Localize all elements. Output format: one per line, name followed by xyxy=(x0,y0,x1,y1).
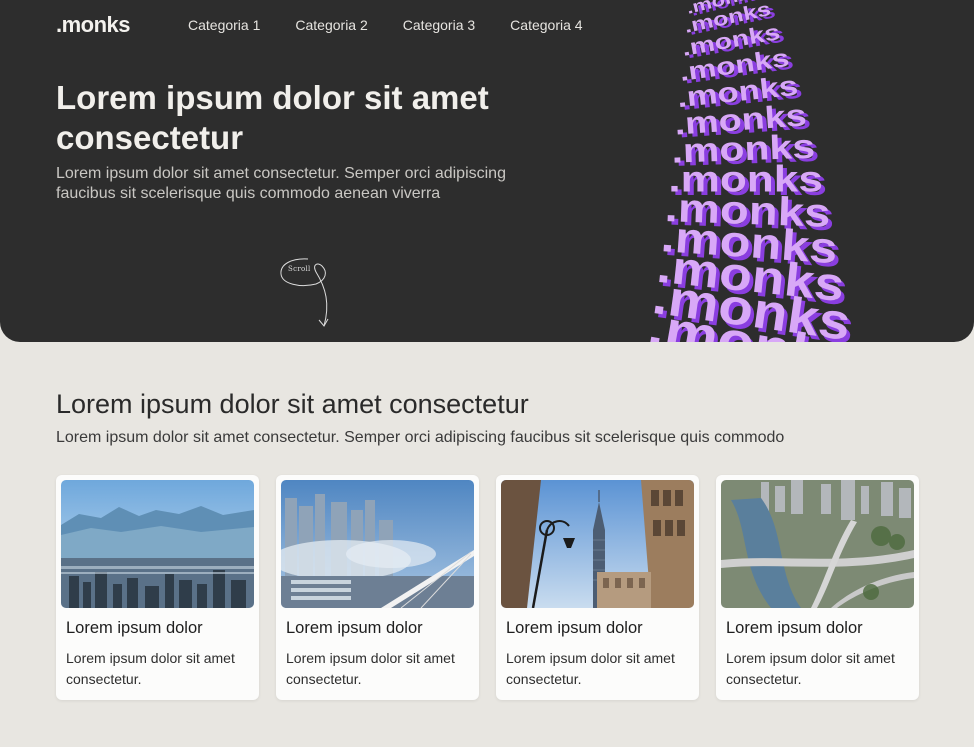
card-text: Lorem ipsum dolor sit amet consectetur. xyxy=(286,650,455,687)
hero-section: .monks Categoria 1 Categoria 2 Categoria… xyxy=(0,0,974,342)
card-text: Lorem ipsum dolor sit amet consectetur. xyxy=(66,650,235,687)
hero-title: Lorem ipsum dolor sit amet consectetur xyxy=(56,79,489,156)
card[interactable]: Lorem ipsum dolor Lorem ipsum dolor sit … xyxy=(276,475,479,700)
skyline-bridge-photo xyxy=(281,480,474,608)
card-text: Lorem ipsum dolor sit amet consectetur. xyxy=(726,650,895,687)
card-title: Lorem ipsum dolor xyxy=(286,619,423,637)
card-list: Lorem ipsum dolor Lorem ipsum dolor sit … xyxy=(56,475,919,700)
card-title: Lorem ipsum dolor xyxy=(726,619,863,637)
nav-item-categoria-3[interactable]: Categoria 3 xyxy=(403,17,475,33)
nav-item-categoria-2[interactable]: Categoria 2 xyxy=(295,17,367,33)
main-nav: Categoria 1 Categoria 2 Categoria 3 Cate… xyxy=(188,17,583,33)
card-text: Lorem ipsum dolor sit amet consectetur. xyxy=(506,650,675,687)
nav-item-categoria-1[interactable]: Categoria 1 xyxy=(188,17,260,33)
brand-logo[interactable]: .monks xyxy=(56,12,131,38)
card-title: Lorem ipsum dolor xyxy=(506,619,643,637)
section-subtitle: Lorem ipsum dolor sit amet consectetur. … xyxy=(56,429,785,446)
card[interactable]: Lorem ipsum dolor Lorem ipsum dolor sit … xyxy=(56,475,259,700)
scroll-hint[interactable]: Scroll xyxy=(278,254,338,330)
card[interactable]: Lorem ipsum dolor Lorem ipsum dolor sit … xyxy=(496,475,699,700)
section-title: Lorem ipsum dolor sit amet consectetur xyxy=(56,389,529,419)
nav-item-categoria-4[interactable]: Categoria 4 xyxy=(510,17,582,33)
card[interactable]: Lorem ipsum dolor Lorem ipsum dolor sit … xyxy=(716,475,919,700)
hero-subtitle: Lorem ipsum dolor sit amet consectetur. … xyxy=(56,165,506,202)
card-title: Lorem ipsum dolor xyxy=(66,619,203,637)
river-highway-aerial-photo xyxy=(721,480,914,608)
monks-wordmark-art: .monks .monks .monks .monks .monks .monks .mon… xyxy=(630,0,974,342)
scroll-label: Scroll xyxy=(288,265,311,273)
monks-wave-graphic: .monks.monks.monks.monks.monks.monks.mon… xyxy=(644,0,865,342)
mountain-city-photo xyxy=(61,480,254,608)
tower-streetlamp-photo xyxy=(501,480,694,608)
